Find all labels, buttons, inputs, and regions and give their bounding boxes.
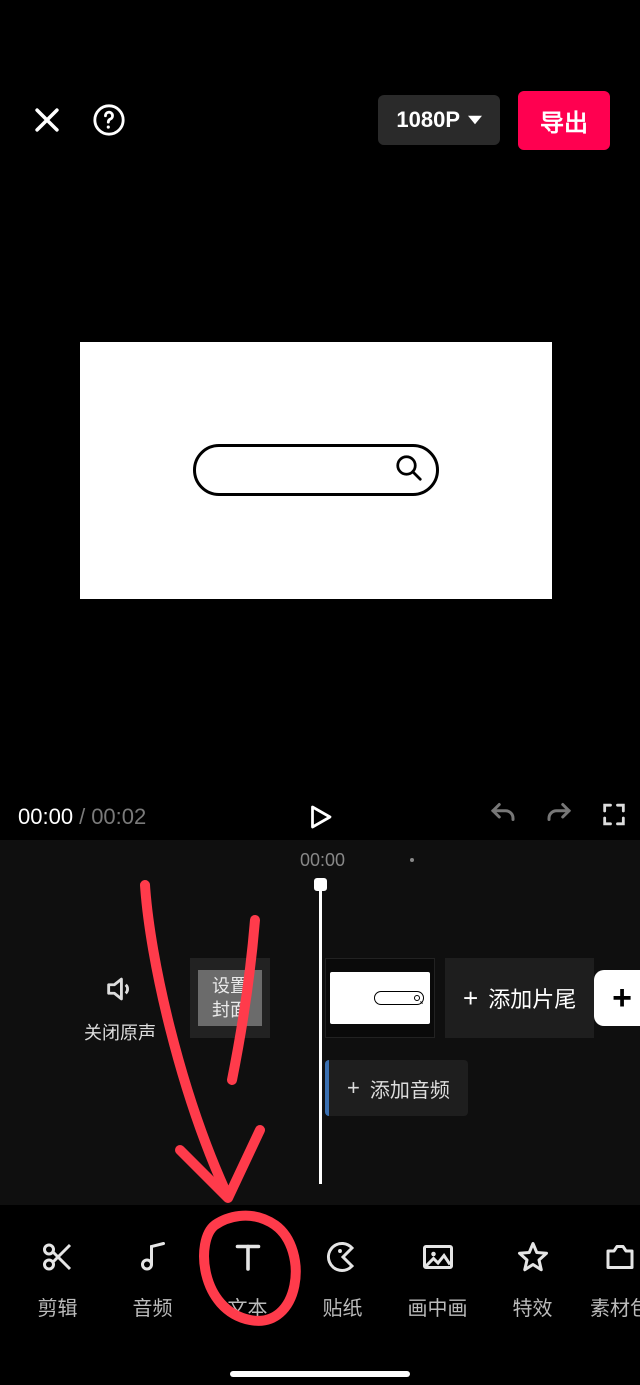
scissors-icon xyxy=(40,1239,76,1280)
tool-effect[interactable]: 特效 xyxy=(485,1239,580,1321)
text-icon xyxy=(230,1239,266,1280)
music-icon xyxy=(135,1239,171,1280)
total-time: 00:02 xyxy=(91,804,146,830)
plus-icon: + xyxy=(463,983,478,1014)
speaker-icon xyxy=(103,993,137,1010)
add-tail-row: + 添加片尾 + xyxy=(445,958,640,1038)
playback-right xyxy=(488,800,628,835)
play-icon[interactable] xyxy=(305,802,335,832)
add-ending-button[interactable]: + 添加片尾 xyxy=(445,958,594,1038)
header-left xyxy=(30,103,126,137)
close-icon[interactable] xyxy=(30,103,64,137)
mute-original-sound[interactable]: 关闭原声 xyxy=(70,972,170,1045)
playback-bar: 00:00 / 00:02 xyxy=(0,792,640,842)
search-icon xyxy=(394,453,424,488)
ruler-tick xyxy=(410,858,414,862)
plus-icon: + xyxy=(612,979,632,1018)
bottom-toolbar: 剪辑 音频 文本 贴纸 画中画 特效 素材包 xyxy=(0,1215,640,1345)
ruler-mark-0: 00:00 xyxy=(300,850,345,871)
material-icon xyxy=(602,1239,638,1280)
video-preview[interactable] xyxy=(80,160,552,780)
tool-label: 文本 xyxy=(228,1292,268,1321)
export-button[interactable]: 导出 xyxy=(518,91,610,150)
resolution-button[interactable]: 1080P xyxy=(378,95,500,145)
tool-audio[interactable]: 音频 xyxy=(105,1239,200,1321)
pip-icon xyxy=(420,1239,456,1280)
add-clip-button[interactable]: + xyxy=(594,970,640,1026)
current-time: 00:00 xyxy=(18,804,73,830)
redo-icon[interactable] xyxy=(544,800,574,835)
video-frame xyxy=(80,342,552,599)
help-icon[interactable] xyxy=(92,103,126,137)
tool-text[interactable]: 文本 xyxy=(200,1239,295,1321)
clip-thumbnail xyxy=(330,972,430,1024)
fullscreen-icon[interactable] xyxy=(600,801,628,834)
cover-label: 设置 封面 xyxy=(198,970,262,1026)
tool-edit[interactable]: 剪辑 xyxy=(10,1239,105,1321)
header-bar: 1080P 导出 xyxy=(0,85,640,155)
search-icon xyxy=(374,991,424,1005)
searchbox-graphic xyxy=(193,444,439,496)
add-audio-label: 添加音频 xyxy=(370,1074,450,1103)
chevron-down-icon xyxy=(468,107,482,133)
tool-pip[interactable]: 画中画 xyxy=(390,1239,485,1321)
tool-label: 素材包 xyxy=(590,1292,640,1321)
tool-material[interactable]: 素材包 xyxy=(580,1239,640,1321)
time-separator: / xyxy=(79,804,85,830)
add-ending-label: 添加片尾 xyxy=(488,982,576,1014)
star-icon xyxy=(515,1239,551,1280)
resolution-label: 1080P xyxy=(396,107,460,133)
plus-icon: + xyxy=(347,1075,360,1101)
home-indicator xyxy=(230,1371,410,1377)
time-ruler: 00:00 xyxy=(0,850,640,880)
tool-label: 画中画 xyxy=(408,1292,468,1321)
add-audio-button[interactable]: + 添加音频 xyxy=(325,1060,468,1116)
tool-label: 音频 xyxy=(133,1292,173,1321)
export-label: 导出 xyxy=(540,110,588,137)
mute-label: 关闭原声 xyxy=(70,1019,170,1045)
sticker-icon xyxy=(325,1239,361,1280)
timeline-area[interactable]: 00:00 关闭原声 设置 封面 + 添加片尾 + + 添加音频 xyxy=(0,840,640,1205)
tool-label: 贴纸 xyxy=(323,1292,363,1321)
playhead[interactable] xyxy=(319,884,322,1184)
video-clip[interactable] xyxy=(325,958,435,1038)
tool-label: 剪辑 xyxy=(38,1292,78,1321)
tool-label: 特效 xyxy=(513,1292,553,1321)
tool-sticker[interactable]: 贴纸 xyxy=(295,1239,390,1321)
undo-icon[interactable] xyxy=(488,800,518,835)
set-cover-button[interactable]: 设置 封面 xyxy=(190,958,270,1038)
